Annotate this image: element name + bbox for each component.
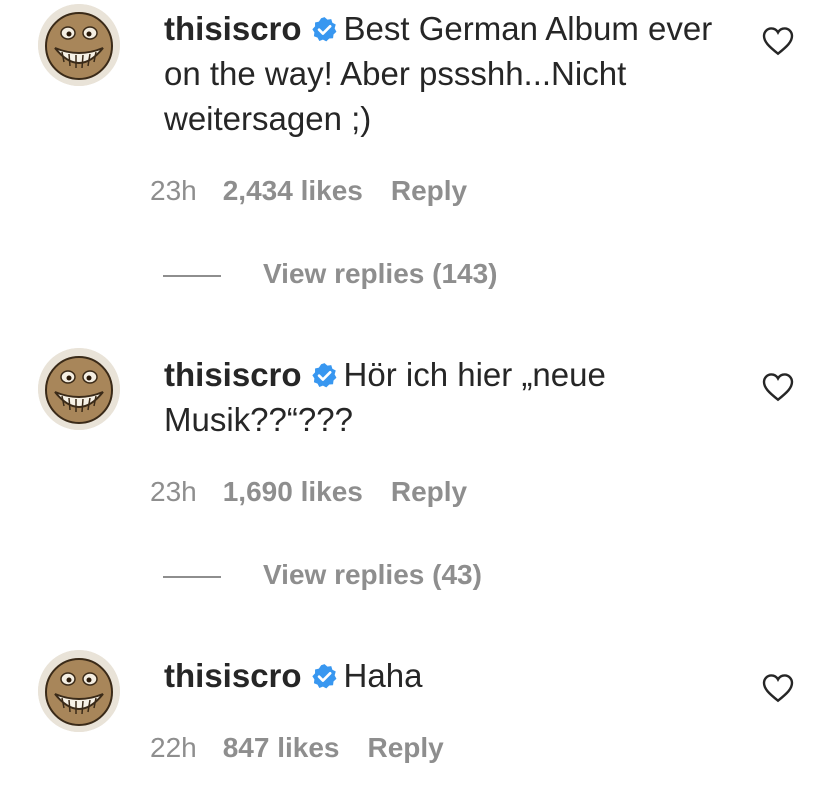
view-replies-button[interactable]: View replies (43): [163, 558, 482, 592]
view-replies-label: View replies (43): [263, 559, 482, 590]
reply-button[interactable]: Reply: [391, 175, 467, 206]
reply-button[interactable]: Reply: [391, 476, 467, 507]
smiley-face-avatar-icon: [38, 348, 120, 430]
comment-likes-count[interactable]: 847 likes: [223, 732, 340, 763]
like-heart-icon[interactable]: [762, 673, 794, 703]
comment-username[interactable]: thisiscro: [164, 10, 302, 47]
replies-divider-line: [163, 274, 221, 277]
smiley-face-avatar-icon: [38, 4, 120, 86]
view-replies-label: View replies (143): [263, 258, 498, 289]
comment-username[interactable]: thisiscro: [164, 356, 302, 393]
verified-badge-icon: [311, 16, 338, 43]
avatar[interactable]: [38, 650, 120, 732]
reply-button[interactable]: Reply: [368, 732, 444, 763]
replies-divider-line: [163, 575, 221, 578]
verified-badge-icon: [311, 362, 338, 389]
comment-username[interactable]: thisiscro: [164, 657, 302, 694]
comment-timestamp[interactable]: 23h: [150, 476, 197, 507]
like-heart-icon[interactable]: [762, 372, 794, 402]
view-replies-button[interactable]: View replies (143): [163, 257, 498, 291]
avatar[interactable]: [38, 4, 120, 86]
comment-likes-count[interactable]: 2,434 likes: [223, 175, 363, 206]
comment-timestamp[interactable]: 23h: [150, 175, 197, 206]
avatar[interactable]: [38, 348, 120, 430]
comment-text: Haha: [343, 657, 423, 694]
comment-likes-count[interactable]: 1,690 likes: [223, 476, 363, 507]
like-heart-icon[interactable]: [762, 26, 794, 56]
smiley-face-avatar-icon: [38, 650, 120, 732]
verified-badge-icon: [311, 663, 338, 690]
comment-timestamp[interactable]: 22h: [150, 732, 197, 763]
